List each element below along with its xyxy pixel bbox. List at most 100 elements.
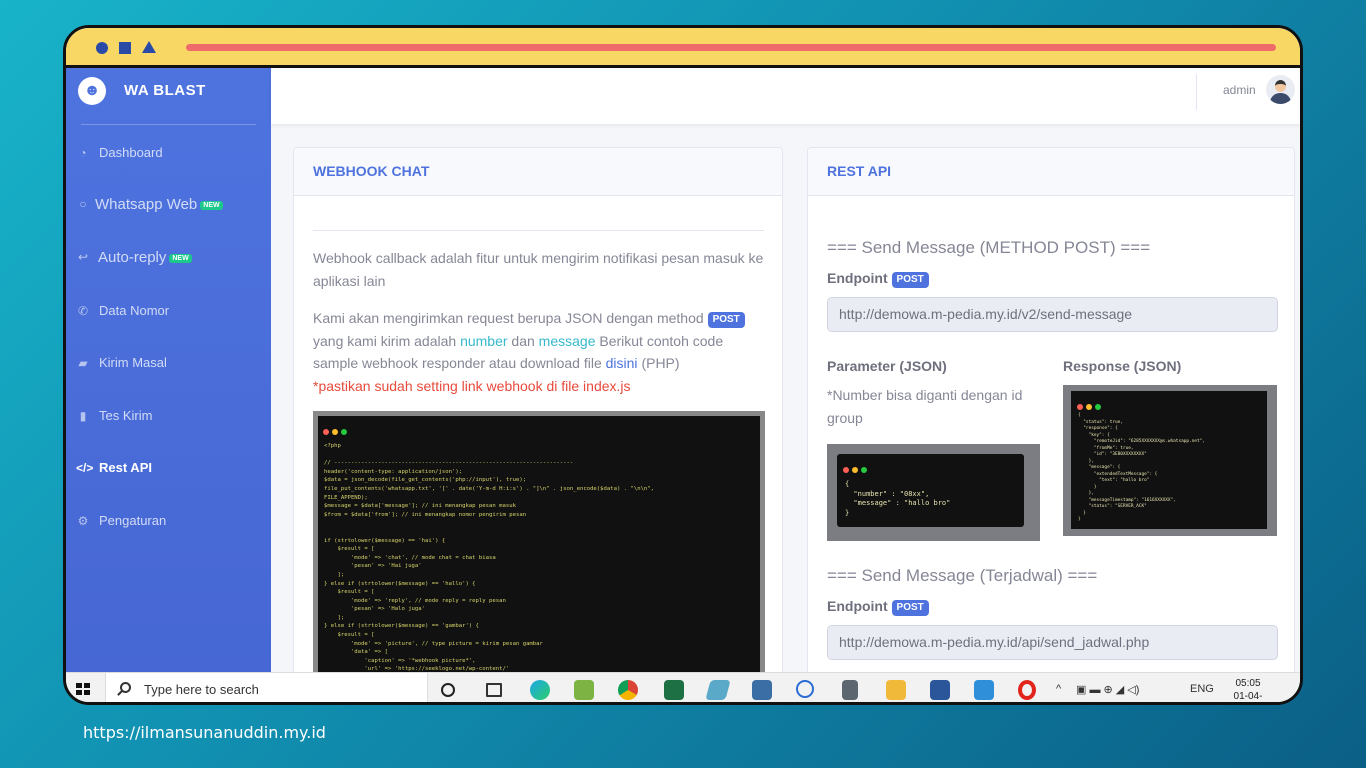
clock-date: 01-04-2021 (1233, 691, 1263, 702)
warning-text: *pastikan sudah setting link webhook di … (313, 377, 631, 394)
calculator-icon[interactable] (842, 680, 858, 700)
taskbar-search[interactable]: Type here to search (105, 673, 428, 702)
sidebar-item-label: Rest API (99, 460, 152, 475)
download-link[interactable]: disini (606, 355, 638, 371)
window-dots (843, 460, 870, 478)
search-icon (120, 682, 131, 693)
smile-logo-icon: ☻ (78, 77, 106, 105)
parameter-label: Parameter (JSON) (827, 358, 947, 374)
window-dots (323, 422, 350, 440)
endpoint-text: Endpoint (827, 598, 888, 614)
screen: ☻ WA BLAST ◔ Dashboard ○ Whatsapp Web NEW… (66, 68, 1300, 687)
language-indicator[interactable]: ENG (1190, 683, 1214, 695)
sidebar-item-pengaturan[interactable]: ⚙ Pengaturan (66, 510, 271, 536)
sidebar-divider (81, 124, 256, 125)
sidebar-item-dashboard[interactable]: ◔ Dashboard (66, 142, 271, 168)
sidebar-item-label-wrap: Auto-reply NEW (98, 249, 192, 266)
footer-url: https://ilmansunanuddin.my.id (83, 723, 326, 742)
browser-frame: ☻ WA BLAST ◔ Dashboard ○ Whatsapp Web NEW… (63, 25, 1303, 705)
windows-start-icon[interactable] (76, 683, 91, 696)
clock-time: 05:05 (1235, 678, 1261, 689)
sidebar-item-whatsapp-web[interactable]: ○ Whatsapp Web NEW (66, 193, 271, 219)
tachometer-icon: ◔ (79, 146, 87, 160)
section-heading: === Send Message (METHOD POST) === (827, 238, 1151, 257)
sidebar-item-label: Data Nomor (99, 303, 170, 318)
sidebar-item-label-wrap: Whatsapp Web NEW (95, 196, 223, 213)
system-tray-icons[interactable]: ▣ ▬ ⊕ ◢ ◁) (1076, 683, 1139, 696)
edge-icon[interactable] (530, 680, 550, 700)
chrome-icon[interactable] (618, 680, 638, 700)
top-navbar: admin (271, 68, 1300, 124)
parameter-note: *Number bisa diganti dengan id group (827, 387, 1023, 426)
topbar-divider (1196, 74, 1197, 110)
brand[interactable]: ☻ WA BLAST (66, 68, 256, 124)
endpoint-label: Endpoint POST (827, 598, 929, 616)
clock[interactable]: 05:05 01-04-2021 (1223, 677, 1273, 702)
chat-icon[interactable] (796, 680, 814, 698)
sidebar-item-tes-kirim[interactable]: ▮ Tes Kirim (66, 405, 271, 431)
section-heading: === Send Message (Terjadwal) === (827, 566, 1098, 585)
sidebar-item-label: Pengaturan (99, 513, 167, 528)
network-app-icon[interactable] (752, 680, 772, 700)
new-badge: NEW (169, 253, 192, 263)
photos-icon[interactable] (974, 680, 994, 700)
sidebar-item-rest-api[interactable]: </> Rest API (66, 457, 271, 483)
endpoint-field[interactable]: http://demowa.m-pedia.my.id/api/send_jad… (827, 625, 1278, 660)
webhook-description: Kami akan mengirimkan request berupa JSO… (313, 307, 768, 397)
sidebar-item-data-nomor[interactable]: ✆ Data Nomor (66, 300, 271, 326)
cogs-icon: ⚙ (77, 514, 89, 528)
user-name[interactable]: admin (1223, 83, 1256, 97)
sidebar-item-auto-reply[interactable]: ↩ Auto-reply NEW (66, 246, 271, 272)
chevron-up-icon[interactable]: ^ (1056, 683, 1061, 695)
php-code: <?php // -------------------------------… (324, 443, 655, 673)
desc-text: Kami akan mengirimkan request berupa JSO… (313, 310, 704, 326)
sidebar-item-label: Auto-reply (98, 249, 167, 266)
card-title: REST API (808, 148, 1294, 196)
response-image: { "status": true, "response": { "key": {… (1063, 385, 1277, 536)
method-badge: POST (707, 312, 745, 328)
whatsapp-icon: ○ (79, 197, 87, 211)
method-badge: POST (891, 600, 929, 616)
triangle-icon (142, 41, 156, 53)
code-icon: </> (76, 461, 94, 475)
sidebar-item-label: Tes Kirim (99, 408, 153, 423)
message-icon: ▮ (79, 409, 87, 423)
task-view-icon[interactable] (486, 683, 502, 697)
endpoint-field[interactable]: http://demowa.m-pedia.my.id/v2/send-mess… (827, 297, 1278, 332)
phone-icon: ✆ (77, 304, 89, 318)
sidebar: ☻ WA BLAST ◔ Dashboard ○ Whatsapp Web NEW… (66, 68, 271, 672)
desc-text: (PHP) (641, 355, 680, 371)
word-icon[interactable] (930, 680, 950, 700)
folder-icon[interactable] (886, 680, 906, 700)
desc-text: yang kami kirim adalah (313, 332, 457, 349)
field-number: number (460, 332, 508, 349)
endpoint-text: Endpoint (827, 270, 888, 286)
reply-icon: ↩ (77, 250, 89, 264)
excel-icon[interactable] (664, 680, 684, 700)
circle-icon (96, 42, 108, 54)
brand-name: WA BLAST (124, 82, 206, 99)
opera-icon[interactable] (1018, 680, 1036, 700)
avatar[interactable] (1266, 75, 1295, 104)
cortana-icon[interactable] (441, 683, 455, 697)
card-divider (313, 230, 764, 231)
new-badge: NEW (200, 200, 223, 210)
rest-api-card: REST API === Send Message (METHOD POST) … (807, 147, 1295, 687)
webhook-intro: Webhook callback adalah fitur untuk meng… (313, 250, 764, 289)
comments-icon: ▰ (78, 356, 88, 370)
sidebar-item-label: Whatsapp Web (95, 196, 198, 213)
search-placeholder: Type here to search (144, 682, 259, 697)
parameter-image: { "number" : "08xx", "message" : "hallo … (827, 444, 1040, 541)
file-explorer-icon[interactable] (705, 680, 731, 700)
response-terminal: { "status": true, "response": { "key": {… (1071, 391, 1267, 529)
address-bar (186, 44, 1276, 51)
windows-taskbar: Type here to search ^ ▣ ▬ ⊕ ◢ ◁) ENG 05:… (66, 672, 1300, 702)
desc-text: dan (511, 332, 535, 349)
response-code: { "status": true, "response": { "key": {… (1078, 413, 1205, 522)
square-icon (119, 42, 131, 54)
code-sample-image: <?php // -------------------------------… (313, 411, 765, 686)
parameter-code: { "number" : "08xx", "message" : "hallo … (845, 480, 951, 517)
notepad-icon[interactable] (574, 680, 594, 700)
response-label: Response (JSON) (1063, 358, 1182, 374)
sidebar-item-kirim-masal[interactable]: ▰ Kirim Masal (66, 352, 271, 378)
